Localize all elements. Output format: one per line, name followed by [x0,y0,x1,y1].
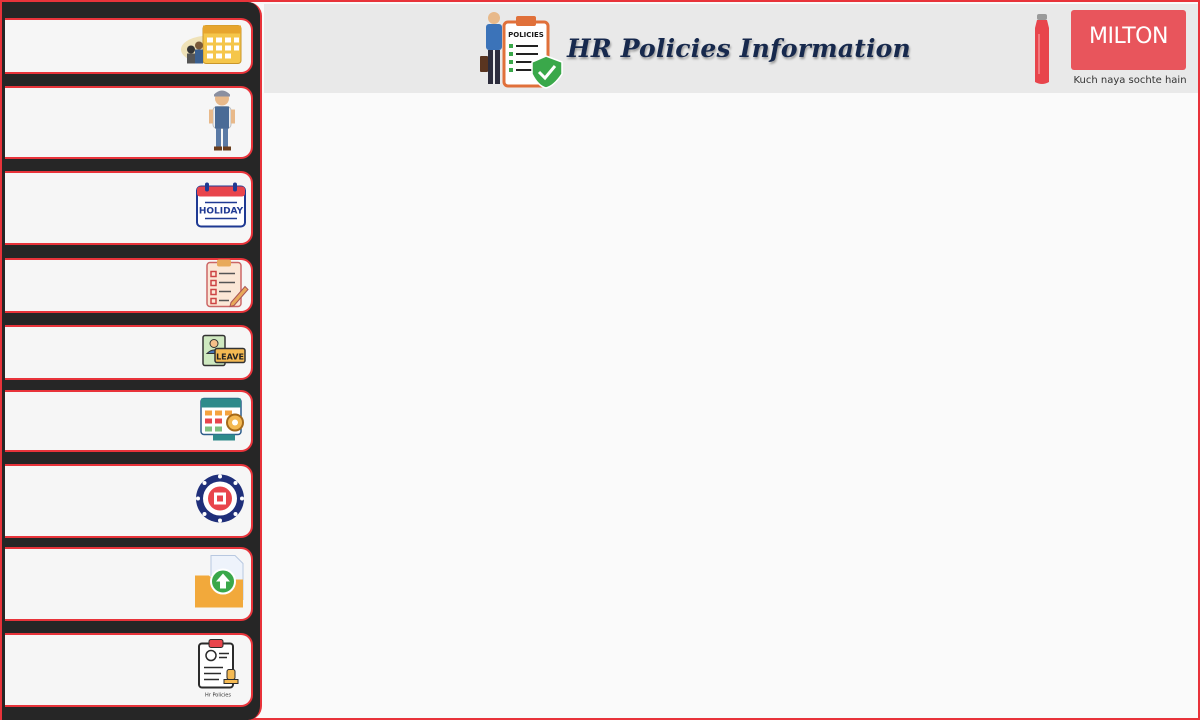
app-frame: HOLIDAY LEAVE Hr Policies POLICIES HR Po… [0,0,1200,720]
header: POLICIES HR Policies Information MILTON … [264,4,1198,93]
sidebar-item-upload[interactable] [5,547,253,621]
policies-badge-text: POLICIES [508,31,544,39]
sidebar-item-epfo[interactable] [5,464,253,538]
calendar-people-icon [179,20,245,73]
sidebar-item-attendance[interactable] [5,18,253,74]
sidebar-item-schedule[interactable] [5,390,253,452]
epfo-emblem-icon [195,474,245,529]
schedule-settings-icon [199,393,247,450]
leave-form-icon: LEAVE [201,333,247,372]
sidebar-item-hr-policies[interactable]: Hr Policies [5,633,253,707]
sidebar-item-holidays[interactable]: HOLIDAY [5,171,253,245]
brand-logo: MILTON [1071,10,1186,70]
brand-name: MILTON [1089,24,1168,49]
holiday-calendar-icon: HOLIDAY [195,182,247,234]
page-title: HR Policies Information [567,34,911,63]
upload-folder-icon [193,554,245,615]
checklist-clipboard-icon [203,258,249,313]
sidebar-item-leave[interactable]: LEAVE [5,325,253,380]
sidebar-item-checklist[interactable] [5,258,253,313]
policies-illustration-icon: POLICIES [476,10,564,95]
hr-policies-clipboard-icon: Hr Policies [193,636,243,705]
holiday-icon-text: HOLIDAY [199,207,244,217]
leave-icon-text: LEAVE [216,352,244,361]
main-content-area [264,94,1198,718]
employee-figure-icon [199,86,245,159]
hr-policies-icon-text: Hr Policies [205,693,231,699]
brand-tagline: Kuch naya sochte hain [1073,75,1187,86]
sidebar-item-employee[interactable] [5,86,253,159]
water-bottle-icon [1032,14,1052,91]
sidebar: HOLIDAY LEAVE Hr Policies [2,2,262,720]
